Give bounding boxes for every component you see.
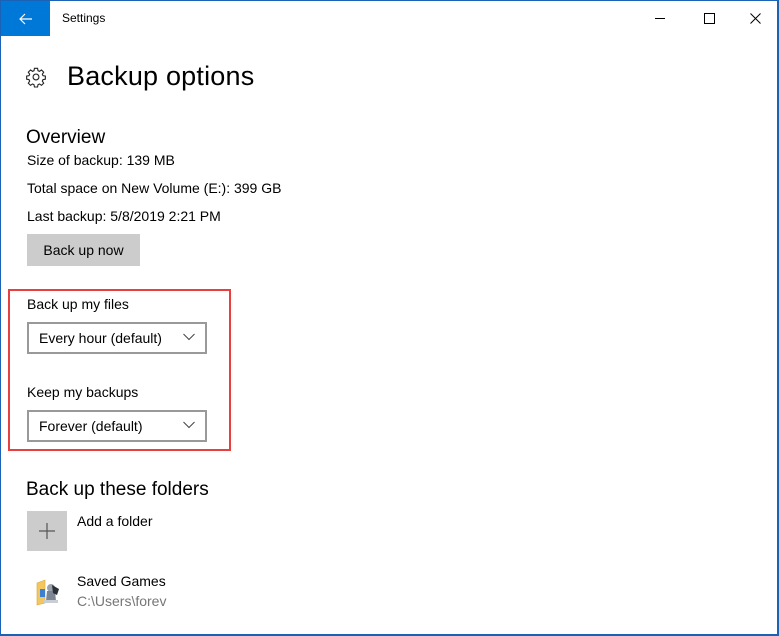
page-header: Backup options	[25, 61, 254, 92]
last-backup: Last backup: 5/8/2019 2:21 PM	[27, 208, 221, 224]
retention-dropdown[interactable]: Forever (default)	[27, 410, 207, 442]
saved-games-folder-icon	[36, 579, 59, 606]
gear-icon	[26, 67, 46, 88]
close-button[interactable]	[732, 1, 778, 36]
page-title: Backup options	[67, 61, 255, 91]
chevron-down-icon	[183, 333, 195, 341]
backup-frequency-value: Every hour (default)	[39, 330, 162, 346]
folder-name: Saved Games	[77, 573, 166, 589]
plus-icon	[39, 523, 55, 539]
minimize-icon	[655, 18, 665, 19]
total-space: Total space on New Volume (E:): 399 GB	[27, 180, 282, 196]
add-folder-button[interactable]	[27, 511, 67, 551]
overview-heading: Overview	[26, 127, 106, 148]
back-up-now-button[interactable]: Back up now	[27, 234, 140, 266]
close-icon	[749, 13, 761, 24]
folders-heading: Back up these folders	[26, 479, 209, 500]
back-button[interactable]	[1, 1, 50, 36]
chevron-down-icon	[183, 421, 195, 429]
folder-path: C:\Users\forev	[77, 593, 167, 609]
title-bar: Settings	[1, 1, 777, 36]
add-folder-label[interactable]: Add a folder	[77, 513, 153, 529]
backup-frequency-dropdown[interactable]: Every hour (default)	[27, 322, 207, 354]
settings-window: Settings Backup options Overview Size of…	[0, 0, 779, 636]
minimize-button[interactable]	[637, 1, 683, 36]
backup-frequency-label: Back up my files	[27, 296, 129, 312]
retention-value: Forever (default)	[39, 418, 143, 434]
retention-label: Keep my backups	[27, 384, 139, 400]
arrow-left-icon	[18, 13, 32, 24]
window-title: Settings	[62, 11, 106, 25]
maximize-button[interactable]	[686, 1, 732, 36]
backup-size: Size of backup: 139 MB	[27, 152, 175, 168]
folder-list-item[interactable]: Saved Games C:\Users\forev	[27, 571, 327, 615]
maximize-icon	[703, 13, 715, 24]
